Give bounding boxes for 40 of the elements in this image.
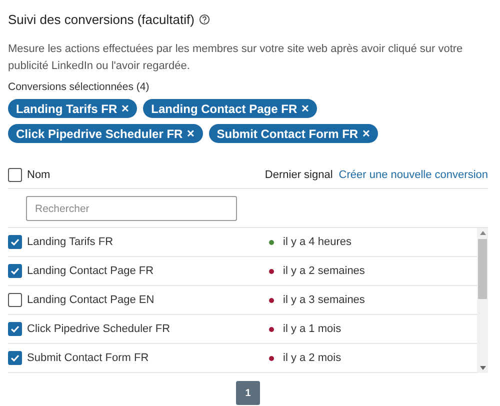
description: Mesure les actions effectuées par les membres sur votre site web après avoir cliqué sur votre publicité LinkedIn ou l'avoir regardée. xyxy=(8,42,464,74)
remove-button[interactable]: ✕ xyxy=(186,128,195,140)
column-header: Nom xyxy=(27,168,52,180)
scrollbar[interactable] xyxy=(477,228,488,373)
checkmark-icon xyxy=(10,266,20,276)
conversion-name: Click Pipedrive Scheduler FR xyxy=(27,323,172,335)
row-checkbox[interactable] xyxy=(8,264,22,278)
conversion-name: Landing Contact Page EN xyxy=(27,294,156,306)
remove-button[interactable]: ✕ xyxy=(362,128,370,140)
checkmark-icon xyxy=(10,237,20,247)
row-checkbox[interactable] xyxy=(8,293,22,307)
remove-button[interactable]: ✕ xyxy=(121,102,130,114)
last-signal: il y a 1 mois xyxy=(283,323,342,335)
checkmark-icon xyxy=(10,324,20,334)
select-all-checkbox[interactable] xyxy=(8,168,22,182)
selected-count-label: Conversions sélectionnées (4) xyxy=(8,81,150,93)
last-signal: il y a 2 mois xyxy=(283,352,342,364)
search-field[interactable]: Rechercher xyxy=(26,196,237,221)
scroll-up-icon[interactable] xyxy=(480,231,486,235)
row-checkbox[interactable] xyxy=(8,351,22,365)
conversion-chip: Landing Contact Page FR ✕ xyxy=(143,99,318,118)
conversion-name: Landing Tarifs FR xyxy=(27,236,114,248)
create-conversion-link[interactable]: Créer une nouvelle conversion xyxy=(338,168,488,180)
conversion-chip: Click Pipedrive Scheduler FR ✕ xyxy=(8,124,203,143)
conversion-name: Submit Contact Form FR xyxy=(27,352,150,364)
remove-button[interactable]: ✕ xyxy=(301,102,310,114)
conversion-chip: Landing Tarifs FR ✕ xyxy=(8,99,138,118)
section-title: Suivi des conversions (facultatif) xyxy=(8,12,194,27)
checkmark-icon xyxy=(10,353,20,363)
page-button[interactable]: 1 xyxy=(236,381,260,405)
help-icon[interactable] xyxy=(199,14,210,25)
column-header: Dernier signal xyxy=(264,168,333,180)
conversion-chip: Submit Contact Form FR ✕ xyxy=(208,124,378,143)
last-signal: il y a 3 semaines xyxy=(283,294,365,306)
last-signal: il y a 2 semaines xyxy=(283,265,365,277)
row-checkbox[interactable] xyxy=(8,322,22,336)
row-checkbox[interactable] xyxy=(8,235,22,249)
scroll-down-icon[interactable] xyxy=(480,366,486,370)
last-signal: il y a 4 heures xyxy=(283,236,352,248)
conversion-name: Landing Contact Page FR xyxy=(27,265,155,277)
